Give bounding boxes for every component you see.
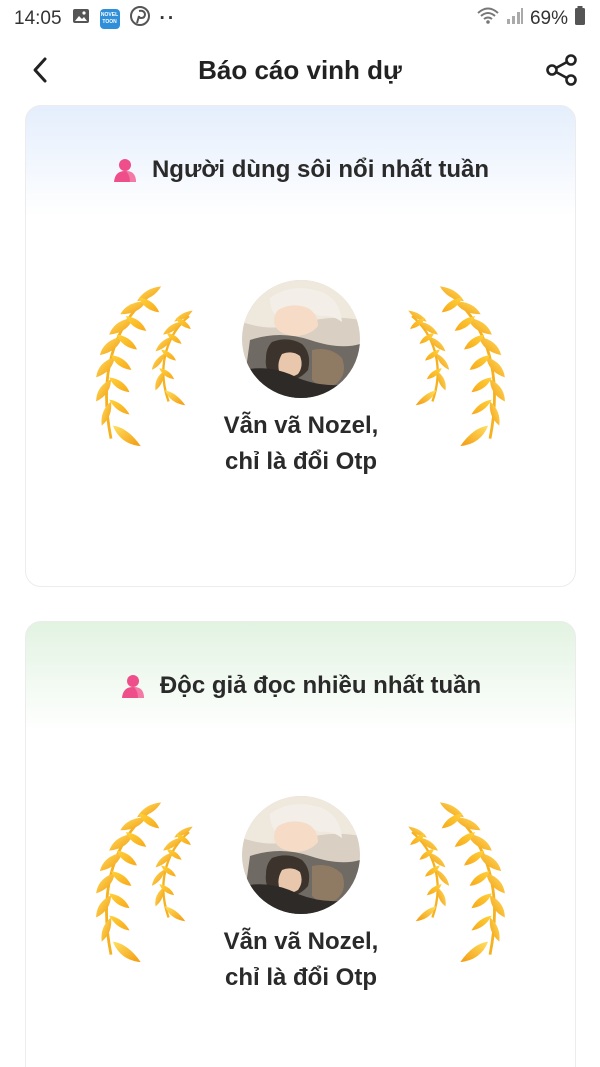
status-bar: 14:05 NOVEL TOON ·· 69% xyxy=(0,0,600,38)
page-title: Báo cáo vinh dự xyxy=(198,54,402,85)
honor-card-top-reader: Độc giả đọc nhiều nhất tuần Vẫn vã Nozel… xyxy=(25,621,576,1067)
battery-icon xyxy=(574,6,586,32)
avatar[interactable] xyxy=(242,280,360,398)
share-button[interactable] xyxy=(542,50,582,90)
more-notifications: ·· xyxy=(159,8,177,29)
user-name-line-2: chỉ là đổi Otp xyxy=(224,964,377,991)
signal-icon xyxy=(506,7,524,31)
gallery-icon xyxy=(72,7,90,31)
card-header: Độc giả đọc nhiều nhất tuần xyxy=(26,666,575,706)
status-left: 14:05 NOVEL TOON ·· xyxy=(14,6,176,32)
user-name-line-2: chỉ là đổi Otp xyxy=(224,448,377,475)
honor-card-active-user: Người dùng sôi nổi nhất tuần Vẫn vã Noze… xyxy=(25,105,576,587)
user-name[interactable]: Vẫn vã Nozel, chỉ là đổi Otp xyxy=(176,924,426,996)
avatar[interactable] xyxy=(242,796,360,914)
user-name-line-1: Vẫn vã Nozel, xyxy=(223,412,379,439)
battery-percent: 69% xyxy=(529,8,568,29)
user-icon xyxy=(121,675,144,698)
share-icon xyxy=(546,54,577,86)
novel-toon-app-icon: NOVEL TOON xyxy=(99,9,120,29)
wifi-icon xyxy=(476,7,500,31)
card-title: Người dùng sôi nổi nhất tuần xyxy=(151,156,490,183)
pinterest-icon xyxy=(129,6,150,32)
back-button[interactable] xyxy=(22,52,58,88)
user-icon xyxy=(113,159,136,182)
status-time: 14:05 xyxy=(14,8,62,29)
user-name[interactable]: Vẫn vã Nozel, chỉ là đổi Otp xyxy=(176,408,426,480)
card-header: Người dùng sôi nổi nhất tuần xyxy=(26,150,575,190)
back-arrow-icon xyxy=(33,57,47,83)
status-right: 69% xyxy=(476,6,586,32)
app-header: Báo cáo vinh dự xyxy=(0,38,600,102)
card-title: Độc giả đọc nhiều nhất tuần xyxy=(159,672,482,699)
user-name-line-1: Vẫn vã Nozel, xyxy=(223,928,379,955)
